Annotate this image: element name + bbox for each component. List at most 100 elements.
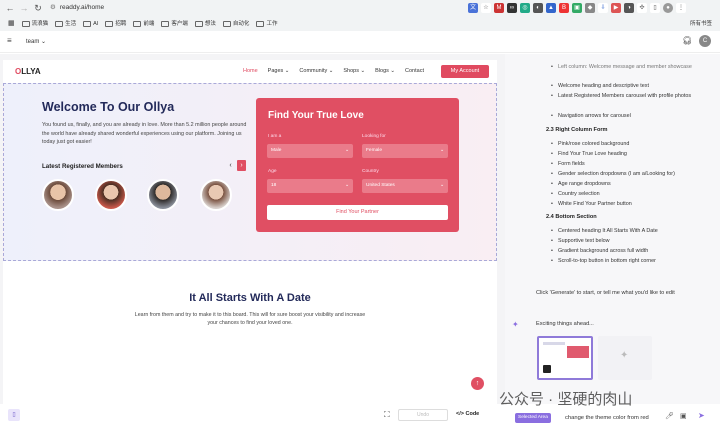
chevron-down-icon: ⌄ (439, 183, 444, 188)
star-icon[interactable]: ☆ (481, 3, 491, 13)
age-label: Age (268, 169, 277, 174)
folder-icon (133, 21, 142, 27)
find-partner-button[interactable]: Find Your Partner (267, 205, 448, 220)
carousel-next-icon[interactable]: › (237, 160, 246, 171)
nav-pages[interactable]: Pages ⌄ (268, 68, 290, 74)
bookmark-folder[interactable]: 客户端 (161, 18, 188, 30)
sparkle-icon: ✦ (620, 350, 629, 361)
folder-icon (83, 21, 92, 27)
bookmark-folder[interactable]: 流浪猫 (21, 18, 48, 30)
extension-icon[interactable]: ▶ (611, 3, 621, 13)
scroll-top-button[interactable]: ↑ (471, 377, 484, 390)
extension-icon[interactable]: ▣ (572, 3, 582, 13)
chat-input[interactable]: change the theme color from red (565, 413, 649, 423)
extension-icon[interactable]: ◎ (520, 3, 530, 13)
all-bookmarks[interactable]: 所有书签 (690, 18, 712, 30)
folder-icon (55, 21, 64, 27)
panel-toggle-icon[interactable]: ▯ (8, 409, 20, 421)
my-account-button[interactable]: My Account (441, 65, 489, 78)
extension-icon[interactable]: ▲ (546, 3, 556, 13)
chevron-down-icon: ⌄ (344, 183, 349, 188)
folder-icon (161, 21, 170, 27)
list-item: Navigation arrows for carousel (551, 113, 631, 120)
code-button[interactable]: </> Code (456, 411, 479, 417)
extension-icon[interactable]: M (494, 3, 504, 13)
watermark: 公众号 · 坚硬的肉山 (499, 388, 632, 409)
watermark-text: 公众号 · 坚硬的肉山 (499, 391, 633, 408)
extension-icon[interactable]: ∞ (507, 3, 517, 13)
bookmark-folder[interactable]: 生活 (55, 18, 76, 30)
nav-shops[interactable]: Shops ⌄ (343, 68, 365, 74)
image-icon[interactable]: ▣ (680, 412, 687, 420)
member-avatar[interactable] (200, 179, 232, 211)
member-avatar[interactable] (95, 179, 127, 211)
user-avatar[interactable]: C (699, 35, 711, 47)
loading-thumbnail: ✦ (598, 336, 652, 380)
editor-bottombar: ▯ ⛶ Undo </> Code (0, 404, 505, 432)
iam-value: Male (271, 148, 282, 153)
back-icon[interactable]: ← (4, 3, 16, 13)
bookmark-folder[interactable]: 前端 (133, 18, 154, 30)
reload-icon[interactable]: ↻ (32, 3, 44, 14)
site-logo[interactable]: OLLYA (15, 67, 41, 76)
all-bookmarks-label: 所有书签 (689, 21, 712, 27)
site-info-icon[interactable]: ⚙ (50, 4, 56, 11)
headset-icon[interactable]: 🎧︎ (682, 36, 692, 45)
preview-thumbnail[interactable] (537, 336, 593, 380)
bookmark-folder[interactable]: 招聘 (105, 18, 126, 30)
apps-grid-icon[interactable]: ▦ (8, 18, 15, 30)
project-selector[interactable]: team ⌄ (26, 38, 46, 45)
extension-icon[interactable]: ◑ (624, 3, 634, 13)
sidebar-icon[interactable]: ▯ (650, 3, 660, 13)
nav-home[interactable]: Home (243, 68, 258, 74)
list-item: Age range dropdowns (551, 181, 611, 188)
search-form: Find Your True Love I am a Looking for M… (256, 98, 459, 232)
list-item: Gender selection dropdowns (I am a/Looki… (551, 171, 675, 178)
hamburger-icon[interactable]: ≡ (7, 36, 12, 45)
address-bar[interactable]: ⚙ readdy.ai/home (50, 2, 496, 14)
extension-icon[interactable]: ◆ (585, 3, 595, 13)
hero-section[interactable]: Welcome To Our Ollya You found us, final… (3, 83, 497, 261)
list-item: Gradient background across full width (551, 248, 648, 255)
member-avatar[interactable] (42, 179, 74, 211)
section-heading: 2.3 Right Column Form (546, 127, 608, 133)
mic-icon[interactable]: 🎤︎ (665, 412, 674, 420)
extension-icon[interactable]: ◐ (533, 3, 543, 13)
folder-icon (222, 21, 231, 27)
bookmark-folder[interactable]: 工作 (256, 18, 277, 30)
carousel-prev-icon[interactable]: ‹ (226, 160, 235, 171)
chevron-down-icon: ⌄ (344, 148, 349, 153)
bookmark-folder[interactable]: 想法 (194, 18, 216, 30)
nav-community[interactable]: Community ⌄ (299, 68, 333, 74)
list-item: Latest Registered Members carousel with … (551, 93, 698, 100)
bookmark-folder[interactable]: AI (83, 18, 98, 30)
device-input[interactable]: Undo (398, 409, 448, 421)
bookmark-folder[interactable]: 自动化 (222, 18, 250, 30)
age-select[interactable]: 18 ⌄ (267, 179, 353, 193)
folder-icon (105, 21, 114, 27)
translate-icon[interactable]: 文 (468, 3, 478, 13)
url-text: readdy.ai/home (59, 4, 105, 11)
looking-select[interactable]: Female ⌄ (362, 144, 448, 158)
extension-icon[interactable]: B (559, 3, 569, 13)
profile-avatar[interactable]: ● (663, 3, 673, 13)
folder-icon (21, 21, 30, 27)
country-select[interactable]: United States ⌄ (362, 179, 448, 193)
preview-page: OLLYA Home Pages ⌄ Community ⌄ Shops ⌄ B… (3, 60, 497, 408)
nav-blogs[interactable]: Blogs ⌄ (375, 68, 395, 74)
nav-contact[interactable]: Contact (405, 68, 424, 74)
download-icon[interactable]: ⇩ (598, 3, 608, 13)
forward-icon[interactable]: → (18, 3, 30, 13)
puzzle-icon[interactable]: ✣ (637, 3, 647, 13)
fullscreen-icon[interactable]: ⛶ (384, 410, 390, 420)
assistant-logo-icon: ✦ (512, 320, 519, 329)
iam-label: I am a (268, 134, 282, 139)
selected-area-chip[interactable]: Selected Area (515, 413, 551, 423)
bookmark-label: 自动化 (232, 21, 250, 27)
member-avatar[interactable] (147, 179, 179, 211)
menu-dots-icon[interactable]: ⋮ (676, 3, 686, 13)
iam-select[interactable]: Male ⌄ (267, 144, 353, 158)
list-item: White Find Your Partner button (551, 201, 632, 208)
list-item: Scroll-to-top button in bottom right cor… (551, 258, 656, 265)
send-icon[interactable]: ➤ (698, 411, 705, 420)
